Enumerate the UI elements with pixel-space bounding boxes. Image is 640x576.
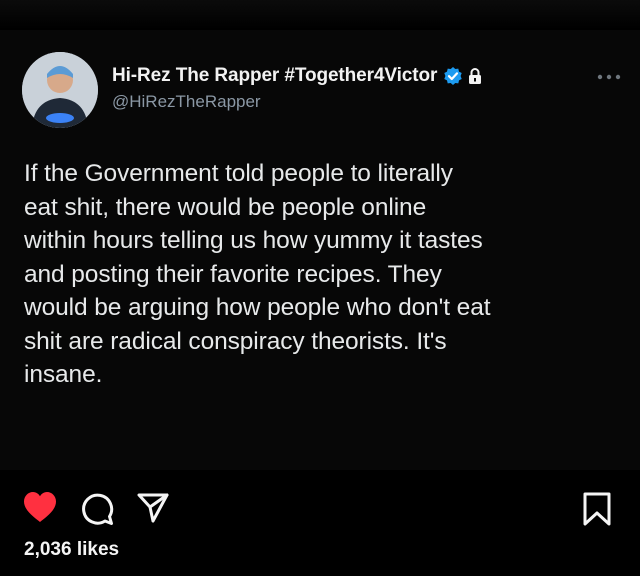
- send-icon[interactable]: [136, 492, 170, 524]
- avatar-figure-icon: [22, 52, 98, 128]
- post-text: If the Government told people to literal…: [24, 160, 491, 388]
- post-action-bar: [0, 488, 640, 528]
- comment-icon[interactable]: [80, 492, 114, 526]
- heart-icon[interactable]: [22, 490, 58, 524]
- author-display-name[interactable]: Hi-Rez The Rapper #Together4Victor: [112, 65, 437, 87]
- top-shade: [0, 0, 640, 30]
- more-horizontal-icon[interactable]: [596, 73, 622, 81]
- author-handle[interactable]: @HiRezTheRapper: [112, 92, 261, 112]
- author-name-row: Hi-Rez The Rapper #Together4Victor: [112, 64, 482, 88]
- bookmark-icon[interactable]: [582, 492, 612, 526]
- verified-badge-icon: [444, 67, 462, 85]
- likes-count[interactable]: 2,036 likes: [24, 539, 119, 561]
- author-avatar[interactable]: [22, 52, 98, 128]
- lock-icon: [469, 68, 482, 84]
